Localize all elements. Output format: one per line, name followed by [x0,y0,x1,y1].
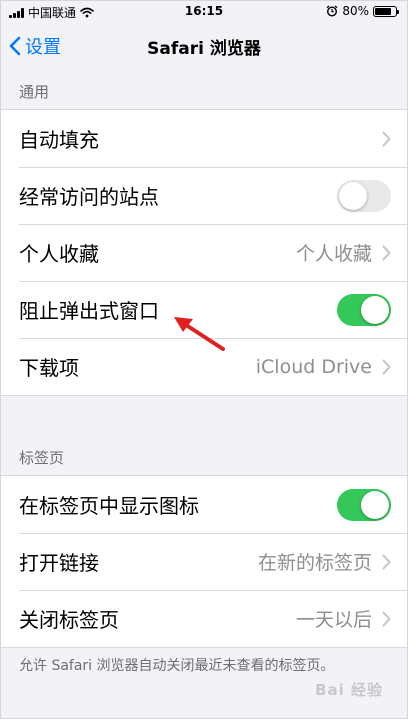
row-label: 打开链接 [19,551,99,575]
chevron-right-icon [382,245,391,260]
annotation-arrow-icon [174,317,225,351]
row-close-tabs[interactable]: 关闭标签页 一天以后 [1,590,407,647]
row-label: 关闭标签页 [19,608,119,632]
row-open-links[interactable]: 打开链接 在新的标签页 [1,533,407,590]
row-autofill[interactable]: 自动填充 [1,110,407,167]
chevron-right-icon [382,611,391,626]
block-popups-toggle[interactable] [337,293,391,326]
favorites-value: 个人收藏 [295,243,372,265]
chevron-right-icon [382,359,391,374]
row-frequent-sites: 经常访问的站点 [1,167,407,224]
battery-percent: 80% [342,4,369,18]
row-favorites[interactable]: 个人收藏 个人收藏 [1,224,407,281]
status-bar: 中国联通 16:15 80% [1,1,407,21]
open-links-value: 在新的标签页 [257,552,372,574]
row-label: 在标签页中显示图标 [19,494,199,518]
section-header-tabs: 标签页 [19,449,65,467]
row-label: 个人收藏 [19,242,99,266]
close-tabs-value: 一天以后 [295,609,372,631]
row-label: 经常访问的站点 [19,185,159,209]
chevron-right-icon [382,131,391,146]
show-icons-toggle[interactable] [337,488,391,521]
row-label: 自动填充 [19,128,99,152]
settings-screen: 中国联通 16:15 80% 设置 Safari 浏览器 通用 自动填充 经常访… [0,0,408,719]
alarm-icon [326,5,338,17]
downloads-value: iCloud Drive [255,355,372,378]
frequent-sites-toggle[interactable] [337,179,391,212]
navigation-bar: 设置 Safari 浏览器 [1,23,407,67]
watermark: Bai 经验 [315,681,383,699]
battery-icon [373,5,399,17]
page-title: Safari 浏览器 [147,39,261,59]
close-tabs-footnote: 允许 Safari 浏览器自动关闭最近未查看的标签页。 [19,658,335,674]
chevron-right-icon [382,554,391,569]
row-show-icons: 在标签页中显示图标 [1,476,407,533]
section-header-general: 通用 [19,83,50,101]
tabs-group: 在标签页中显示图标 打开链接 在新的标签页 关闭标签页 一天以后 [1,475,407,648]
row-label: 下载项 [19,356,79,380]
status-right: 80% [326,4,399,18]
